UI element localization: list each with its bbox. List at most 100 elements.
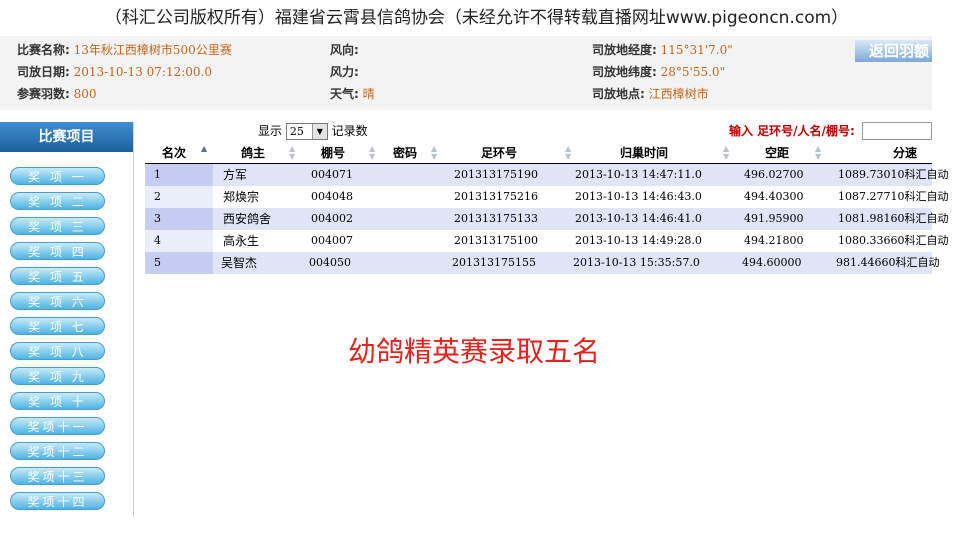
- time-cell: 2013-10-13 14:46:41.0: [575, 212, 702, 225]
- entry-count-value: 800: [73, 87, 97, 101]
- latitude-row: 司放地纬度: 28°5'55.0": [592, 61, 725, 83]
- table-row[interactable]: 3 西安鸽舍 004002 201313175133 2013-10-13 14…: [145, 208, 948, 230]
- return-button[interactable]: 返回羽额: [855, 40, 932, 62]
- award-button-14[interactable]: 奖项十四: [10, 492, 105, 510]
- sort-icon: ▲ ▼: [369, 144, 376, 161]
- speed-cell: 1087.27710科汇自动: [838, 190, 949, 203]
- column-header-ring[interactable]: 足环号: [481, 143, 517, 163]
- sort-icon: ▲ ▼: [565, 144, 572, 161]
- search-label: 输入 足环号/人名/棚号:: [729, 124, 855, 138]
- column-header-time[interactable]: 归巢时间: [620, 143, 668, 163]
- wind-force-label: 风力:: [330, 65, 359, 79]
- race-info-panel: 比赛名称: 13年秋江西樟树市500公里赛 司放日期: 2013-10-13 0…: [0, 36, 932, 110]
- owner-cell: 西安鸽舍: [223, 212, 272, 226]
- award-button-9[interactable]: 奖 项 九: [10, 367, 105, 385]
- loft-cell: 004002: [311, 212, 353, 225]
- time-cell: 2013-10-13 14:49:28.0: [575, 234, 702, 247]
- award-button-2[interactable]: 奖 项 二: [10, 192, 105, 210]
- weather-label: 天气:: [330, 87, 359, 101]
- speed-cell: 981.44660科汇自动: [836, 256, 940, 269]
- wind-force-row: 风力:: [330, 61, 359, 83]
- search-control: 输入 足环号/人名/棚号:: [729, 121, 855, 141]
- race-name-row: 比赛名称: 13年秋江西樟树市500公里赛: [17, 39, 232, 61]
- records-label: 记录数: [331, 124, 368, 138]
- location-label: 司放地点:: [592, 87, 645, 101]
- award-button-4[interactable]: 奖 项 四: [10, 242, 105, 260]
- ring-cell: 201313175133: [454, 212, 538, 225]
- distance-cell: 491.95900: [744, 212, 804, 225]
- award-button-3[interactable]: 奖 项 三: [10, 217, 105, 235]
- award-button-13[interactable]: 奖项十三: [10, 467, 105, 485]
- award-button-5[interactable]: 奖 项 五: [10, 267, 105, 285]
- wind-direction-row: 风向:: [330, 39, 359, 61]
- sort-icon: ▲ ▼: [723, 144, 730, 161]
- distance-cell: 494.21800: [744, 234, 804, 247]
- award-button-12[interactable]: 奖项十二: [10, 442, 105, 460]
- time-cell: 2013-10-13 15:35:57.0: [573, 256, 700, 269]
- column-header-rank[interactable]: 名次: [162, 143, 186, 163]
- race-name-label: 比赛名称:: [17, 43, 70, 57]
- loft-cell: 004007: [311, 234, 353, 247]
- owner-cell: 方军: [223, 168, 248, 182]
- award-button-6[interactable]: 奖 项 六: [10, 292, 105, 310]
- award-button-8[interactable]: 奖 项 八: [10, 342, 105, 360]
- award-button-11[interactable]: 奖项十一: [10, 417, 105, 435]
- column-header-owner[interactable]: 鸽主: [241, 143, 265, 163]
- loft-cell: 004050: [309, 256, 351, 269]
- time-cell: 2013-10-13 14:47:11.0: [575, 168, 702, 181]
- entry-count-label: 参赛羽数:: [17, 87, 70, 101]
- weather-row: 天气: 晴: [330, 83, 375, 105]
- rank-cell: 4: [145, 230, 213, 252]
- dropdown-arrow-icon: ▼: [311, 124, 327, 139]
- owner-cell: 吴智杰: [221, 256, 258, 270]
- page-size-select[interactable]: 25 ▼: [285, 123, 328, 140]
- page-size-control: 显示 25 ▼ 记录数: [258, 121, 368, 141]
- owner-cell: 高永生: [223, 234, 260, 248]
- wind-direction-label: 风向:: [330, 43, 359, 57]
- copyright-banner: （科汇公司版权所有）福建省云霄县信鸽协会（未经允许不得转载直播网址www.pig…: [104, 8, 849, 28]
- release-date-label: 司放日期:: [17, 65, 70, 79]
- award-button-7[interactable]: 奖 项 七: [10, 317, 105, 335]
- rank-cell: 5: [145, 252, 213, 274]
- promo-caption: 幼鸽精英赛录取五名: [348, 335, 601, 368]
- loft-cell: 004048: [311, 190, 353, 203]
- sidebar: 比赛项目 奖 项 一 奖 项 二 奖 项 三 奖 项 四 奖 项 五 奖 项 六…: [0, 122, 134, 517]
- longitude-row: 司放地经度: 115°31'7.0": [592, 39, 733, 61]
- column-header-distance[interactable]: 空距: [765, 143, 789, 163]
- sort-asc-icon: ▲: [201, 144, 208, 153]
- rank-cell: 1: [145, 164, 213, 186]
- award-button-10[interactable]: 奖 项 十: [10, 392, 105, 410]
- ring-cell: 201313175190: [454, 168, 538, 181]
- table-row[interactable]: 1 方军 004071 201313175190 2013-10-13 14:4…: [145, 164, 948, 186]
- distance-cell: 496.02700: [744, 168, 804, 181]
- entry-count-row: 参赛羽数: 800: [17, 83, 97, 105]
- table-row[interactable]: 2 郑焕宗 004048 201313175216 2013-10-13 14:…: [145, 186, 948, 208]
- distance-cell: 494.40300: [744, 190, 804, 203]
- time-cell: 2013-10-13 14:46:43.0: [575, 190, 702, 203]
- column-header-code[interactable]: 密码: [393, 143, 417, 163]
- rank-cell: 3: [145, 208, 213, 230]
- sort-icon: ▲ ▼: [431, 144, 438, 161]
- release-date-value: 2013-10-13 07:12:00.0: [73, 65, 212, 79]
- column-header-loft[interactable]: 棚号: [321, 143, 345, 163]
- latitude-value: 28°5'55.0": [660, 65, 726, 79]
- sort-icon: ▲ ▼: [289, 144, 296, 161]
- speed-cell: 1089.73010科汇自动: [838, 168, 949, 181]
- loft-cell: 004071: [311, 168, 353, 181]
- release-date-row: 司放日期: 2013-10-13 07:12:00.0: [17, 61, 212, 83]
- page-size-value: 25: [289, 125, 304, 138]
- race-name-value: 13年秋江西樟树市500公里赛: [73, 43, 232, 57]
- table-row[interactable]: 4 高永生 004007 201313175100 2013-10-13 14:…: [145, 230, 948, 252]
- distance-cell: 494.60000: [742, 256, 802, 269]
- owner-cell: 郑焕宗: [223, 190, 260, 204]
- location-row: 司放地点: 江西樟树市: [592, 83, 709, 105]
- weather-value: 晴: [362, 87, 375, 101]
- award-button-1[interactable]: 奖 项 一: [10, 167, 105, 185]
- ring-cell: 201313175100: [454, 234, 538, 247]
- search-input[interactable]: [862, 122, 932, 140]
- column-header-speed[interactable]: 分速: [893, 143, 917, 163]
- table-row[interactable]: 5 吴智杰 004050 201313175155 2013-10-13 15:…: [145, 252, 940, 274]
- speed-cell: 1080.33660科汇自动: [838, 234, 949, 247]
- latitude-label: 司放地纬度:: [592, 65, 657, 79]
- rank-cell: 2: [145, 186, 213, 208]
